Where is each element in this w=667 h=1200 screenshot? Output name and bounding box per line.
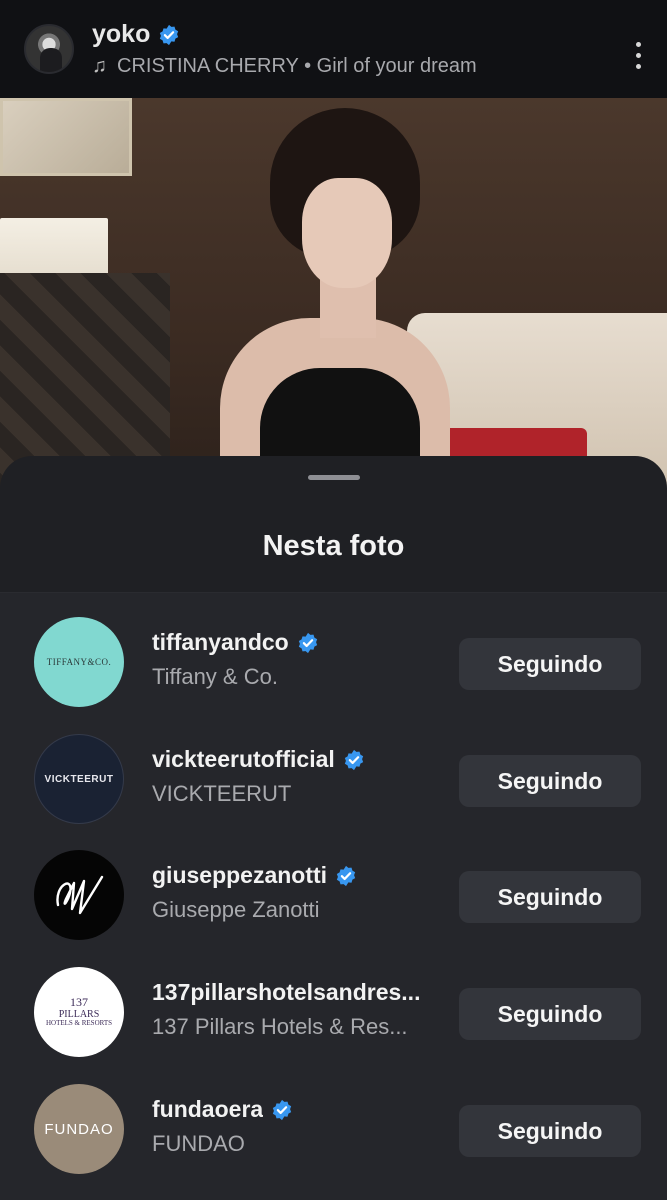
account-names: giuseppezanotti Giuseppe Zanotti bbox=[152, 862, 442, 923]
verified-badge-icon bbox=[160, 24, 179, 45]
handle-row: giuseppezanotti bbox=[152, 862, 442, 889]
account-names: tiffanyandco Tiffany & Co. bbox=[152, 629, 442, 690]
sheet-title: Nesta foto bbox=[262, 530, 405, 562]
account-handle[interactable]: vickteerutofficial bbox=[152, 746, 335, 773]
username[interactable]: yoko bbox=[92, 20, 150, 49]
logo-subtitle: HOTELS & RESORTS bbox=[45, 1019, 113, 1028]
account-handle[interactable]: fundaoera bbox=[152, 1096, 263, 1123]
account-avatar[interactable]: TIFFANY&CO. bbox=[34, 617, 124, 707]
logo-number: 137 bbox=[70, 995, 88, 1010]
handle-row: tiffanyandco bbox=[152, 629, 442, 656]
more-dot bbox=[636, 53, 641, 58]
account-full-name: Giuseppe Zanotti bbox=[152, 897, 320, 922]
music-label: CRISTINA CHERRY • Girl of your dream bbox=[117, 55, 477, 77]
giuseppe-zanotti-logo-icon bbox=[56, 875, 104, 915]
account-names: vickteerutofficial VICKTEERUT bbox=[152, 746, 442, 807]
account-avatar[interactable] bbox=[34, 850, 124, 940]
handle-row: vickteerutofficial bbox=[152, 746, 442, 773]
account-names: fundaoera FUNDAO bbox=[152, 1096, 442, 1157]
photo-wall-frame bbox=[0, 98, 132, 176]
following-button[interactable]: Seguindo bbox=[459, 871, 641, 923]
following-button[interactable]: Seguindo bbox=[459, 755, 641, 807]
handle-row: 137pillarshotelsandres... bbox=[152, 979, 442, 1006]
verified-badge-icon bbox=[344, 749, 363, 770]
user-avatar[interactable] bbox=[24, 24, 74, 74]
account-avatar[interactable]: VICKTEERUT bbox=[34, 734, 124, 824]
more-options-button[interactable] bbox=[636, 42, 641, 69]
account-avatar[interactable]: FUNDAO bbox=[34, 1084, 124, 1174]
logo-text: FUNDAO bbox=[44, 1120, 114, 1138]
account-names: 137pillarshotelsandres... 137 Pillars Ho… bbox=[152, 979, 442, 1040]
account-avatar[interactable]: 137 PILLARS HOTELS & RESORTS bbox=[34, 967, 124, 1057]
account-handle[interactable]: giuseppezanotti bbox=[152, 862, 327, 889]
more-dot bbox=[636, 42, 641, 47]
photo-person bbox=[210, 108, 460, 498]
list-item[interactable]: VICKTEERUT vickteerutofficial VICKTEERUT… bbox=[0, 710, 667, 826]
following-button[interactable]: Seguindo bbox=[459, 988, 641, 1040]
verified-badge-icon bbox=[336, 865, 356, 886]
music-row[interactable]: ♫ CRISTINA CHERRY • Girl of your dream bbox=[92, 55, 477, 78]
list-item[interactable]: FUNDAO fundaoera FUNDAO Seguindo bbox=[0, 1060, 667, 1176]
music-note-icon: ♫ bbox=[92, 55, 107, 77]
photo-person-face bbox=[302, 178, 392, 288]
handle-row: fundaoera bbox=[152, 1096, 442, 1123]
following-button[interactable]: Seguindo bbox=[459, 638, 641, 690]
list-item[interactable]: TIFFANY&CO. tiffanyandco Tiffany & Co. S… bbox=[0, 593, 667, 709]
list-item[interactable]: giuseppezanotti Giuseppe Zanotti Seguind… bbox=[0, 826, 667, 942]
verified-badge-icon bbox=[298, 632, 317, 653]
account-full-name: VICKTEERUT bbox=[152, 781, 292, 806]
verified-badge-icon bbox=[273, 1099, 292, 1120]
header-text: yoko ♫ CRISTINA CHERRY • Girl of your dr… bbox=[92, 20, 477, 78]
sheet-drag-handle[interactable] bbox=[308, 475, 360, 480]
username-row: yoko bbox=[92, 20, 477, 49]
tagged-accounts-sheet: Nesta foto TIFFANY&CO. tiffanyandco Tiff… bbox=[0, 456, 667, 1200]
post-header: yoko ♫ CRISTINA CHERRY • Girl of your dr… bbox=[0, 0, 667, 98]
account-full-name: Tiffany & Co. bbox=[152, 664, 278, 689]
account-full-name: 137 Pillars Hotels & Res... bbox=[152, 1014, 408, 1039]
more-dot bbox=[636, 64, 641, 69]
following-button[interactable]: Seguindo bbox=[459, 1105, 641, 1157]
logo-text: 137 PILLARS HOTELS & RESORTS bbox=[45, 995, 113, 1028]
logo-text: TIFFANY&CO. bbox=[46, 657, 112, 667]
post-photo[interactable] bbox=[0, 98, 667, 498]
account-handle[interactable]: 137pillarshotelsandres... bbox=[152, 979, 420, 1006]
logo-text: VICKTEERUT bbox=[44, 773, 114, 785]
list-item[interactable]: 137 PILLARS HOTELS & RESORTS 137pillarsh… bbox=[0, 943, 667, 1059]
account-handle[interactable]: tiffanyandco bbox=[152, 629, 289, 656]
tagged-accounts-list: TIFFANY&CO. tiffanyandco Tiffany & Co. S… bbox=[0, 593, 667, 1200]
account-full-name: FUNDAO bbox=[152, 1131, 245, 1156]
